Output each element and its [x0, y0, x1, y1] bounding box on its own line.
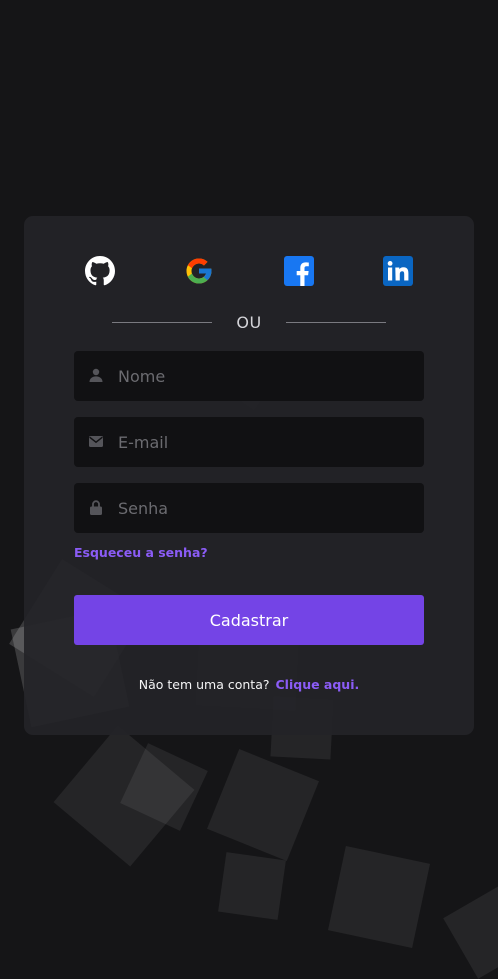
click-here-link[interactable]: Clique aqui. [276, 677, 360, 692]
forgot-password-link[interactable]: Esqueceu a senha? [74, 545, 208, 560]
floating-square [207, 749, 319, 861]
github-login-button[interactable] [85, 256, 115, 286]
envelope-icon [88, 433, 104, 449]
linkedin-login-button[interactable] [383, 256, 413, 286]
user-icon [88, 367, 104, 383]
no-account-text: Não tem uma conta? [138, 677, 270, 692]
or-divider: OU [24, 311, 474, 335]
floating-square [218, 852, 286, 920]
or-label: OU [236, 313, 262, 332]
floating-square [327, 845, 431, 949]
email-input[interactable] [118, 417, 408, 467]
google-login-button[interactable] [184, 256, 214, 286]
lock-icon [88, 499, 104, 515]
facebook-login-button[interactable] [284, 256, 314, 286]
facebook-icon [284, 256, 314, 286]
github-icon [85, 256, 115, 286]
linkedin-icon [383, 256, 413, 286]
password-field [74, 483, 424, 533]
signup-prompt: Não tem uma conta? Clique aqui. [24, 677, 474, 692]
social-login-row [24, 256, 474, 286]
password-input[interactable] [118, 483, 408, 533]
signup-card: OU Esqueceu a senha? Cad [24, 216, 474, 735]
google-icon [184, 256, 214, 286]
divider-line-right [286, 322, 386, 323]
signup-button[interactable]: Cadastrar [74, 595, 424, 645]
name-input[interactable] [118, 351, 408, 401]
name-field [74, 351, 424, 401]
floating-square [53, 725, 195, 867]
floating-square [120, 743, 208, 831]
floating-square [443, 883, 498, 979]
email-field [74, 417, 424, 467]
